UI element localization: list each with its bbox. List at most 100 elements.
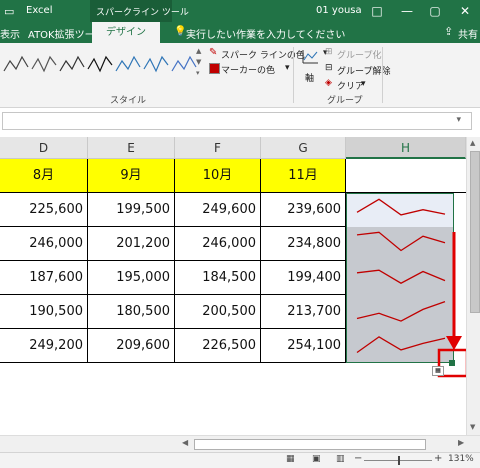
context-tool-band: スパークライン ツール [90, 0, 189, 22]
data-cell[interactable]: 199,400 [261, 261, 346, 295]
dropdown-icon: ▾ [285, 63, 290, 73]
worksheet-grid[interactable]: D E F G H 8月 9月 10月 11月 225,600 199,500 249,600 239,… [0, 137, 466, 435]
status-bar: ▦ ▣ ▥ − + 131% [0, 452, 480, 468]
header-cell[interactable] [346, 159, 466, 193]
zoom-in-button[interactable]: + [434, 453, 442, 464]
context-tool-label: スパークライン ツール [96, 8, 189, 18]
style-gallery[interactable] [0, 49, 200, 77]
data-cell[interactable]: 246,000 [0, 227, 88, 261]
data-cell[interactable]: 234,800 [261, 227, 346, 261]
data-cell[interactable]: 190,500 [0, 295, 88, 329]
minimize-button[interactable]: — [392, 0, 422, 22]
vertical-scroll-thumb[interactable] [470, 151, 480, 313]
column-header-h[interactable]: H [346, 137, 466, 159]
sparkline-cell[interactable] [346, 193, 454, 227]
sparkline-path [356, 300, 446, 322]
normal-view-icon[interactable]: ▦ [286, 454, 295, 464]
share-button[interactable]: 共有 [458, 26, 478, 41]
sparkline-cell[interactable] [346, 261, 454, 295]
gallery-more-icon[interactable]: ▾ [196, 69, 200, 77]
style-group-label: スタイル [110, 96, 147, 106]
ribbon-options-button[interactable]: □ [362, 0, 392, 22]
data-cell[interactable]: 226,500 [175, 329, 261, 363]
ribbon-divider [293, 47, 294, 103]
tab-view[interactable]: 表示 [0, 26, 20, 41]
sparkline-cell[interactable] [346, 295, 454, 329]
title-bar: ▭ Excel スパークライン ツール 01 yousa □ — ▢ ✕ [0, 0, 480, 22]
autofill-options-icon[interactable]: ▦ [432, 366, 444, 376]
column-header-g[interactable]: G [261, 137, 346, 159]
marker-icon [209, 63, 220, 74]
sparkline-path [356, 231, 446, 252]
data-cell[interactable]: 187,600 [0, 261, 88, 295]
scroll-down-icon[interactable]: ▼ [470, 423, 475, 431]
column-header-e[interactable]: E [88, 137, 175, 159]
data-cell[interactable]: 209,600 [88, 329, 175, 363]
quick-access-icon[interactable]: ▭ [4, 5, 14, 18]
data-cell[interactable]: 201,200 [88, 227, 175, 261]
zoom-out-button[interactable]: − [354, 453, 362, 464]
sparkline-path [356, 336, 446, 354]
sparkline [356, 336, 446, 354]
maximize-button[interactable]: ▢ [420, 0, 450, 22]
close-button[interactable]: ✕ [450, 0, 480, 22]
header-cell[interactable]: 8月 [0, 159, 88, 193]
clear-label: クリア [337, 82, 365, 92]
gallery-down-icon[interactable]: ▼ [196, 58, 201, 66]
sparkline-cell[interactable] [346, 329, 454, 363]
axis-button[interactable]: 軸 [300, 47, 320, 87]
style-swatch-2[interactable] [59, 55, 85, 72]
tab-design[interactable]: デザイン [92, 22, 160, 43]
page-break-icon[interactable]: ▥ [336, 454, 345, 464]
header-cell[interactable]: 11月 [261, 159, 346, 193]
style-swatch-1[interactable] [31, 55, 57, 73]
lightbulb-icon: 💡 [174, 26, 187, 37]
window-title: Excel [26, 5, 53, 16]
gallery-up-icon[interactable]: ▲ [196, 47, 201, 55]
data-cell[interactable]: 254,100 [261, 329, 346, 363]
column-header-d[interactable]: D [0, 137, 88, 159]
gallery-scroll[interactable]: ▲ ▼ ▾ [196, 47, 204, 81]
tab-bar: 表示 ATOK拡張ツール 💡 実行したい作業を入力してください ⇪ 共有 [0, 22, 480, 43]
header-cell[interactable]: 10月 [175, 159, 261, 193]
style-swatch-6[interactable] [171, 55, 197, 72]
style-swatch-0[interactable] [3, 55, 29, 72]
sparkline-cell[interactable] [346, 227, 454, 261]
data-cell[interactable]: 225,600 [0, 193, 88, 227]
header-cell[interactable]: 9月 [88, 159, 175, 193]
data-cell[interactable]: 195,000 [88, 261, 175, 295]
scroll-left-icon[interactable]: ◀ [182, 438, 188, 447]
scroll-up-icon[interactable]: ▲ [470, 139, 475, 147]
data-cell[interactable]: 213,700 [261, 295, 346, 329]
data-cell[interactable]: 199,500 [88, 193, 175, 227]
style-swatch-4[interactable] [115, 55, 141, 72]
style-swatch-3[interactable] [87, 55, 113, 73]
data-cell[interactable]: 200,500 [175, 295, 261, 329]
zoom-slider-thumb[interactable] [398, 456, 400, 465]
sparkline [356, 269, 446, 284]
data-cell[interactable]: 249,600 [175, 193, 261, 227]
data-cell[interactable]: 180,500 [88, 295, 175, 329]
style-swatch-5[interactable] [143, 55, 169, 73]
data-cell[interactable]: 184,500 [175, 261, 261, 295]
column-header-f[interactable]: F [175, 137, 261, 159]
data-cell[interactable]: 249,200 [0, 329, 88, 363]
sparkline-path [356, 269, 446, 284]
sparkline [356, 300, 446, 322]
zoom-level[interactable]: 131% [448, 454, 474, 464]
expand-formula-icon[interactable]: ▾ [456, 115, 461, 125]
pen-icon: ✎ [209, 47, 218, 58]
data-cell[interactable]: 239,600 [261, 193, 346, 227]
grid-bottom [0, 363, 466, 364]
ribbon: ▲ ▼ ▾ ✎ スパーク ラインの色 ▾ マーカーの色 ▾ スタイル 軸 ⊞ グ… [0, 43, 480, 108]
horizontal-scroll-thumb[interactable] [194, 439, 426, 450]
formula-input[interactable]: ▾ [2, 112, 472, 130]
scroll-right-icon[interactable]: ▶ [458, 438, 464, 447]
user-name: 01 yousa [316, 5, 362, 16]
tell-me-box[interactable]: 実行したい作業を入力してください [186, 26, 345, 41]
page-layout-icon[interactable]: ▣ [312, 454, 321, 464]
vertical-scrollbar[interactable]: ▲ ▼ [466, 137, 480, 435]
horizontal-scrollbar[interactable]: ◀ ▶ [0, 435, 480, 453]
data-cell[interactable]: 246,000 [175, 227, 261, 261]
share-icon[interactable]: ⇪ [444, 25, 453, 38]
